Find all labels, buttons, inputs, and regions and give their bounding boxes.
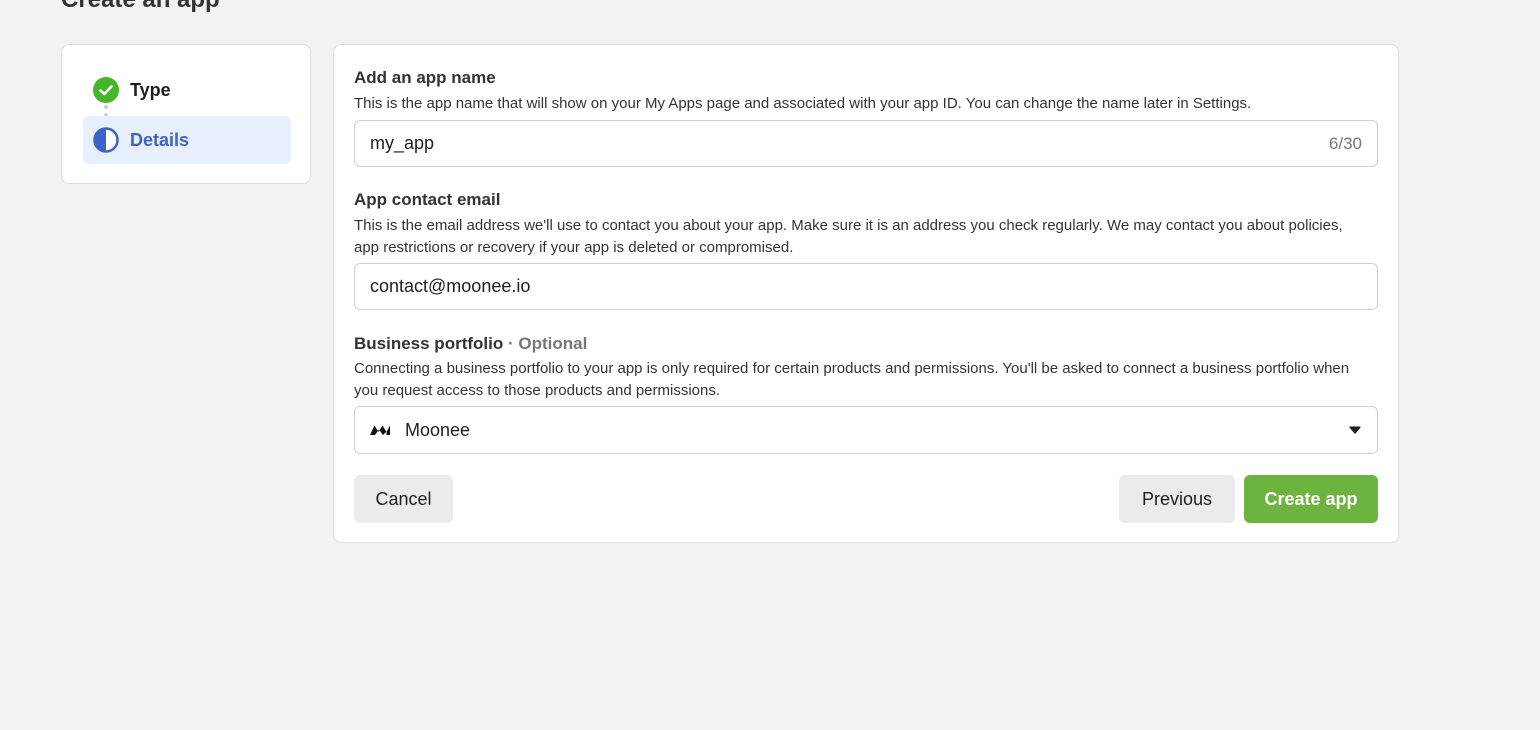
app-name-char-counter: 6/30: [1328, 133, 1362, 153]
create-app-button[interactable]: Create app: [1244, 475, 1378, 523]
optional-tag: · Optional: [507, 334, 588, 353]
contact-email-value: contact@moonee.io: [370, 276, 531, 296]
contact-email-description: This is the email address we'll use to c…: [354, 217, 1343, 256]
contact-email-title: App contact email: [354, 190, 501, 209]
business-portfolio-select[interactable]: Moonee: [354, 406, 1378, 454]
step-details[interactable]: Details: [83, 116, 291, 164]
app-details-form: Add an app name This is the app name tha…: [333, 44, 1399, 543]
step-type-label: Type: [130, 79, 171, 100]
business-portfolio-title: Business portfolio · Optional: [354, 334, 587, 354]
app-name-input[interactable]: my_app 6/30: [354, 120, 1378, 167]
step-type[interactable]: Type: [83, 66, 291, 114]
business-portfolio-description: Connecting a business portfolio to your …: [354, 360, 1350, 399]
chevron-down-icon: [1348, 423, 1362, 437]
half-circle-icon: [93, 127, 119, 153]
moonee-logo-icon: [369, 423, 391, 437]
page-title: Create an app: [61, 0, 220, 14]
step-details-label: Details: [130, 129, 190, 150]
business-portfolio-title-text: Business portfolio: [354, 334, 504, 353]
check-circle-icon: [93, 77, 119, 103]
business-portfolio-selected: Moonee: [405, 419, 471, 440]
contact-email-input[interactable]: contact@moonee.io: [354, 263, 1378, 310]
app-name-description: This is the app name that will show on y…: [354, 95, 1252, 112]
app-name-value: my_app: [370, 133, 435, 153]
stepper-card: Type Details: [61, 44, 311, 184]
app-name-title: Add an app name: [354, 68, 496, 87]
previous-button[interactable]: Previous: [1119, 475, 1235, 523]
cancel-button[interactable]: Cancel: [354, 475, 453, 523]
